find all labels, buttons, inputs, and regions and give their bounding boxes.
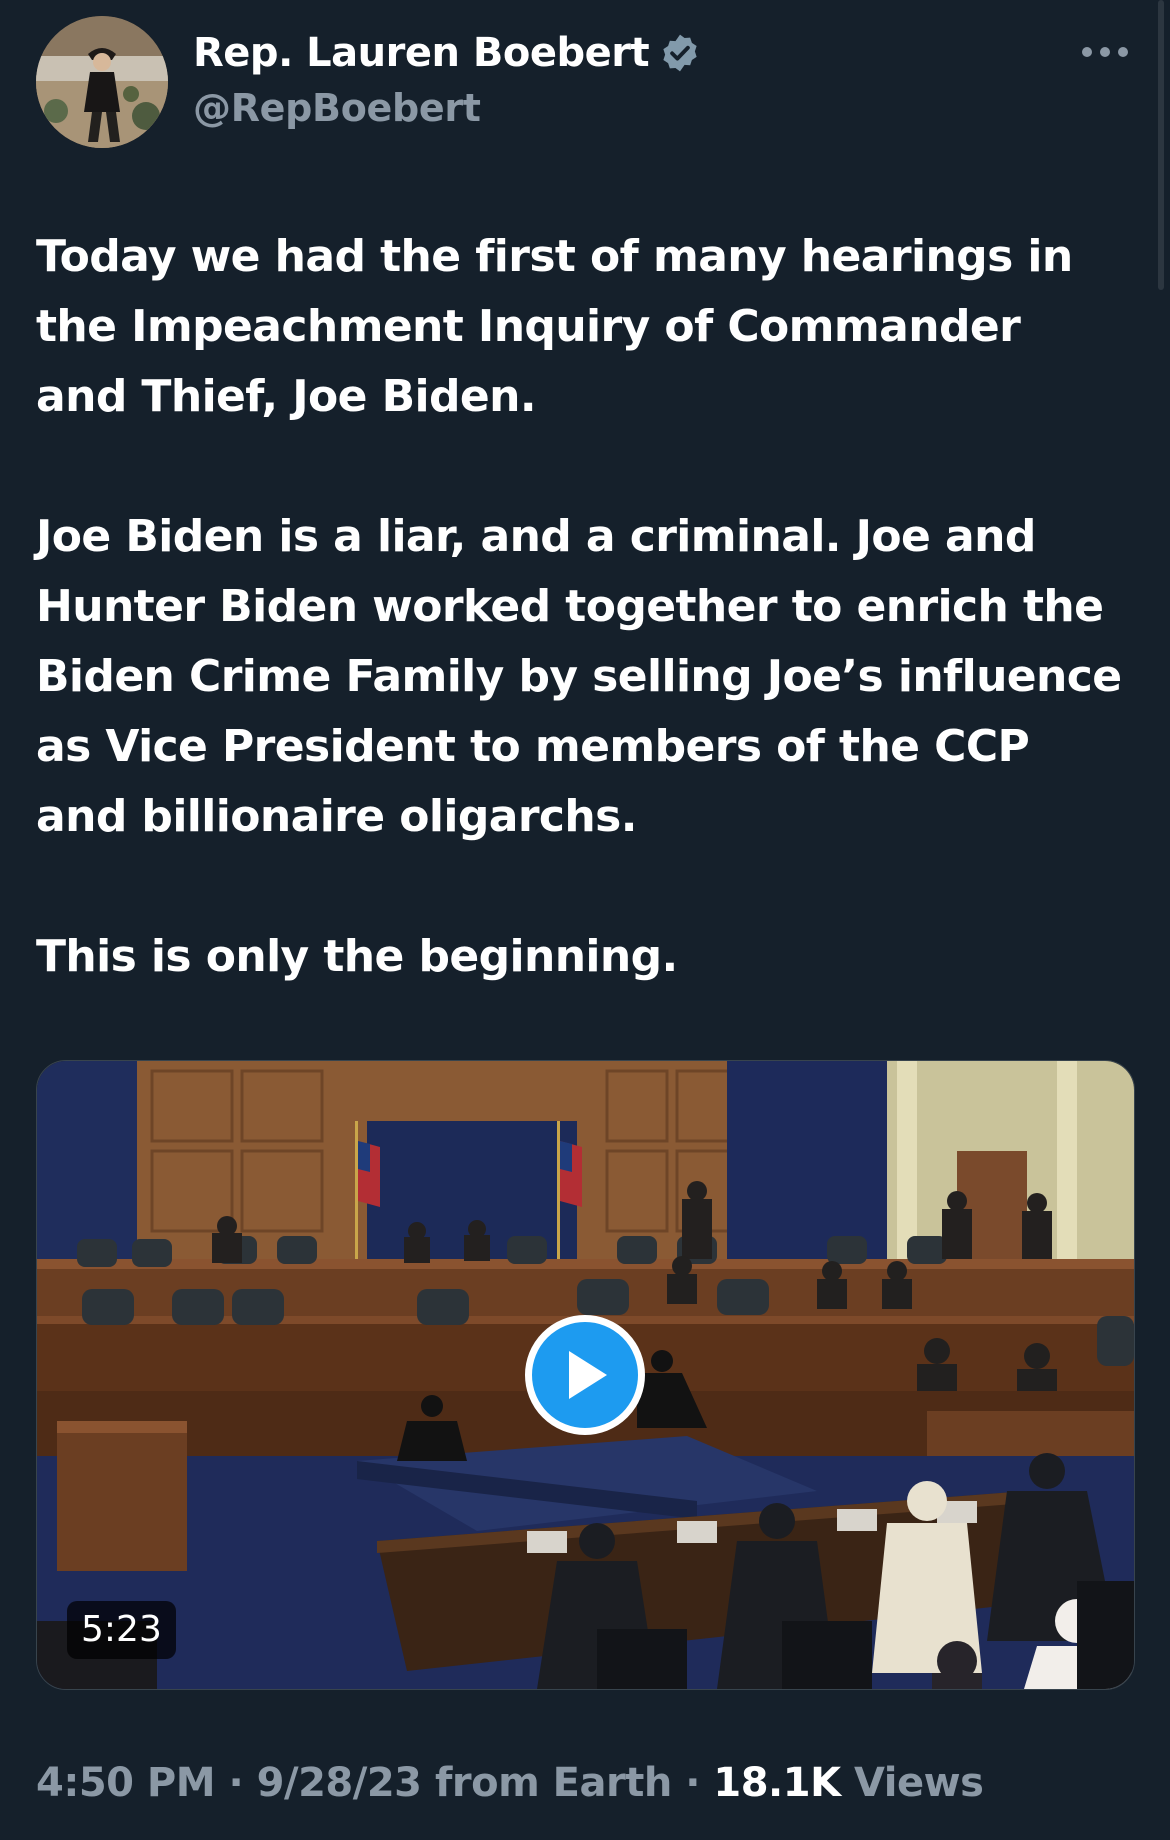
tweet-time[interactable]: 4:50 PM: [36, 1760, 216, 1806]
video-duration-badge: 5:23: [67, 1601, 176, 1659]
author-handle[interactable]: @RepBoebert: [193, 86, 481, 130]
tweet-meta: 4:50 PM · 9/28/23 from Earth · 18.1K Vie…: [36, 1760, 984, 1806]
views-count: 18.1K: [713, 1760, 841, 1806]
meta-separator: ·: [685, 1760, 700, 1806]
tweet-source: from Earth: [434, 1760, 672, 1806]
avatar[interactable]: [36, 16, 168, 148]
author-name-row: Rep. Lauren Boebert: [193, 30, 701, 76]
scrollbar[interactable]: [1158, 0, 1164, 290]
tweet: Rep. Lauren Boebert @RepBoebert Today we…: [0, 0, 1170, 1840]
play-button[interactable]: [525, 1315, 645, 1435]
profile-photo-icon: [36, 16, 168, 148]
video-player[interactable]: 5:23: [36, 1060, 1135, 1690]
verified-badge-icon: [659, 32, 701, 74]
meta-separator: ·: [228, 1760, 244, 1806]
views-label: Views: [854, 1760, 984, 1806]
tweet-date[interactable]: 9/28/23: [257, 1760, 422, 1806]
play-icon: [569, 1351, 607, 1399]
tweet-paragraph-3: This is only the beginning.: [36, 931, 678, 982]
more-options-icon[interactable]: [1080, 44, 1130, 58]
tweet-paragraph-2: Joe Biden is a liar, and a criminal. Joe…: [36, 511, 1122, 842]
author-display-name[interactable]: Rep. Lauren Boebert: [193, 30, 650, 76]
tweet-paragraph-1: Today we had the first of many hearings …: [36, 231, 1073, 422]
tweet-text: Today we had the first of many hearings …: [36, 222, 1146, 992]
